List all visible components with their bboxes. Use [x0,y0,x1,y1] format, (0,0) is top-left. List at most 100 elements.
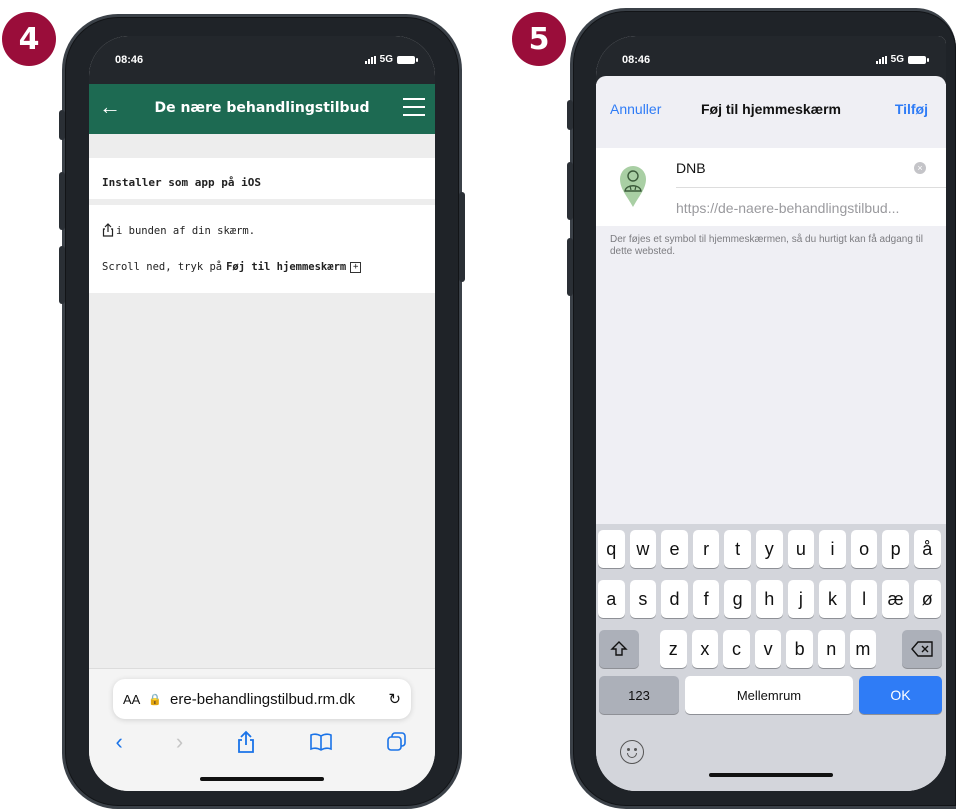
battery-icon [908,55,929,64]
key-e[interactable]: e [661,530,688,568]
status-time-right: 08:46 [622,54,651,66]
key-s[interactable]: s [629,580,657,618]
tutorial-stage: 4 5 08:46 5G ← De nære behandlingstilbud… [0,0,956,809]
key-l[interactable]: l [850,580,878,618]
key-o[interactable]: o [850,530,878,568]
lock-icon: 🔒 [148,693,163,706]
instruction-line-1: i bunden af din skærm. [102,223,255,237]
key-row-4: 123 Mellemrum OK [596,676,946,714]
key-row-3: zxcvbnm [596,630,946,668]
space-key[interactable]: Mellemrum [685,676,853,714]
key-f[interactable]: f [692,580,720,618]
volume-up-button [59,172,65,230]
delete-key[interactable] [902,630,942,668]
forward-chevron-icon[interactable]: › [176,729,183,755]
bookmark-form: DNB × https://de-naere-behandlingstilbud… [596,148,946,226]
key-r[interactable]: r [692,530,720,568]
safari-bottom-bar: AA 🔒 ere-behandlingstilbud.rm.dk ↻ ‹ › [89,668,435,791]
step-badge-5: 5 [512,12,566,66]
safari-toolbar: ‹ › [89,727,435,757]
key-ø[interactable]: ø [914,580,941,618]
back-chevron-icon[interactable]: ‹ [116,729,123,755]
key-k[interactable]: k [819,580,846,618]
app-header: ← De nære behandlingstilbud [89,84,435,134]
key-d[interactable]: d [661,580,688,618]
instruction-action: Føj til hjemmeskærm [226,261,347,273]
hamburger-menu-icon[interactable] [403,98,425,116]
add-to-home-sheet-header: Annuller Føj til hjemmeskærm Tilføj [596,88,946,132]
sheet-hint-text: Der føjes et symbol til hjemmeskærmen, s… [610,234,923,257]
key-h[interactable]: h [756,580,783,618]
sheet-top-edge [596,76,946,88]
key-i[interactable]: i [819,530,846,568]
share-icon [102,223,114,237]
key-w[interactable]: w [629,530,657,568]
numbers-key[interactable]: 123 [599,676,679,714]
key-a[interactable]: a [598,580,625,618]
add-button[interactable]: Tilføj [895,101,928,117]
ios-keyboard: qwertyuiopå asdfghjklæø zxcvbnm 123 Mell… [596,524,946,791]
key-row-2: asdfghjklæø [596,580,946,618]
map-pin-person-icon [620,166,646,207]
instruction-text-1: i bunden af din skærm. [116,225,256,237]
key-n[interactable]: n [818,630,845,668]
network-label-right: 5G [890,54,904,65]
address-bar[interactable]: AA 🔒 ere-behandlingstilbud.rm.dk ↻ [113,679,411,719]
key-m[interactable]: m [849,630,877,668]
home-indicator-right [709,773,833,777]
mute-switch-right [567,100,573,130]
key-c[interactable]: c [723,630,750,668]
instruction-line-2: Scroll ned, tryk på Føj til hjemmeskærm … [102,261,362,273]
sheet-title: Føj til hjemmeskærm [700,101,842,117]
key-æ[interactable]: æ [882,580,909,618]
key-p[interactable]: p [882,530,909,568]
shift-key[interactable] [599,630,639,668]
key-q[interactable]: q [598,530,625,568]
url-field: https://de-naere-behandlingstilbud... [676,200,900,216]
instruction-text-2: Scroll ned, tryk på [102,261,223,273]
battery-icon [397,55,418,64]
mute-switch [59,110,65,140]
key-g[interactable]: g [724,580,751,618]
status-indicators: 5G [364,54,418,65]
step-badge-4: 4 [2,12,56,66]
bookmarks-icon[interactable] [309,732,333,752]
signal-icon [364,55,376,64]
volume-down-button-right [567,238,573,296]
name-input[interactable]: DNB [676,160,706,176]
key-y[interactable]: y [756,530,783,568]
clear-input-icon[interactable]: × [914,162,926,174]
key-j[interactable]: j [787,580,815,618]
install-card-body: i bunden af din skærm. Scroll ned, tryk … [89,205,435,293]
volume-down-button [59,246,65,304]
status-time: 08:46 [115,54,144,66]
page-title: De nære behandlingstilbud [154,100,370,116]
shift-icon [610,641,628,656]
status-bar: 08:46 5G [89,36,435,84]
key-å[interactable]: å [914,530,941,568]
key-v[interactable]: v [754,630,782,668]
field-divider [676,187,946,188]
signal-icon [875,55,887,64]
volume-up-button-right [567,162,573,220]
share-button-icon[interactable] [236,730,256,754]
home-indicator [200,777,324,781]
key-z[interactable]: z [660,630,687,668]
key-b[interactable]: b [786,630,813,668]
key-t[interactable]: t [724,530,751,568]
tabs-icon[interactable] [386,731,408,753]
emoji-icon[interactable] [620,740,644,764]
status-indicators-right: 5G [875,54,929,65]
install-card-title: Installer som app på iOS [89,158,435,202]
text-size-button[interactable]: AA [123,692,140,707]
ok-key[interactable]: OK [859,676,942,714]
key-u[interactable]: u [787,530,815,568]
backspace-icon [911,641,933,657]
phone-screen-right: 08:46 5G Annuller Føj til hjemmeskærm Ti… [596,36,946,791]
reload-icon[interactable]: ↻ [388,690,401,708]
side-button [459,192,465,282]
add-square-icon: + [350,261,362,273]
key-row-1: qwertyuiopå [596,530,946,568]
key-x[interactable]: x [691,630,719,668]
phone-screen-left: 08:46 5G ← De nære behandlingstilbud Ins… [89,36,435,791]
